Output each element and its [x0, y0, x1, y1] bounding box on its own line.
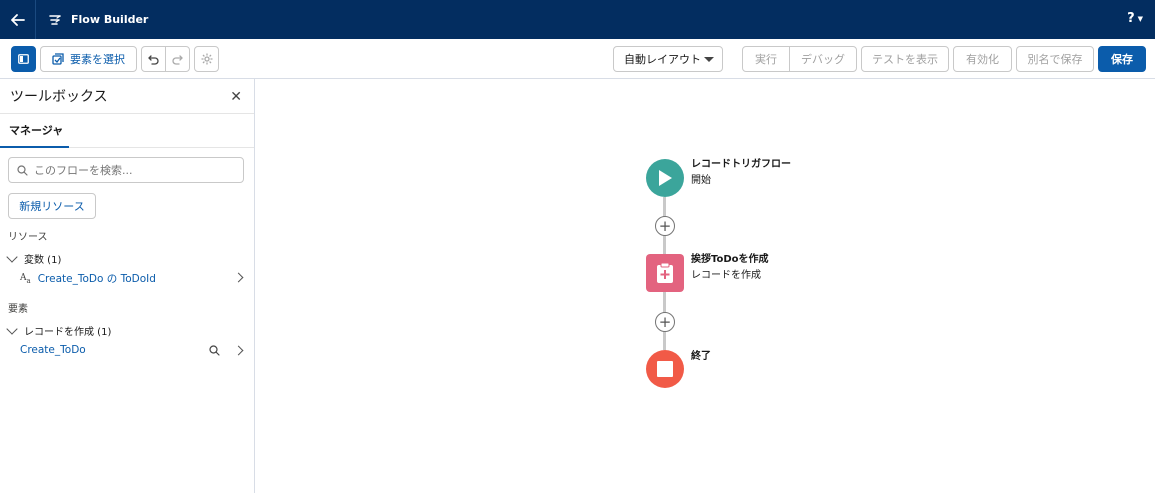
start-node[interactable]	[646, 159, 684, 197]
start-node-subtitle: 開始	[691, 175, 711, 186]
toolbar: 要素を選択 自動レイアウト 実行 デバッグ テストを表示 有効化 別名で保存 保…	[0, 39, 1155, 79]
record-create-icon	[657, 262, 673, 283]
run-button[interactable]: 実行	[742, 46, 790, 72]
global-header: Flow Builder ? ▼	[0, 0, 1155, 39]
end-node-label: 終了	[691, 347, 711, 362]
undo-icon	[148, 54, 159, 65]
select-elements-label: 要素を選択	[70, 53, 125, 66]
end-node[interactable]	[646, 350, 684, 388]
variable-item-label: Create_ToDo の ToDoId	[37, 273, 156, 285]
chevron-down-icon	[6, 322, 18, 335]
chevron-down-icon	[6, 250, 18, 263]
create-records-group-toggle[interactable]: レコードを作成 (1)	[6, 322, 112, 338]
toolbox-panel: ツールボックス ✕ マネージャ 新規リソース リソース 変数 (1) Aa Cr…	[0, 79, 255, 493]
start-node-label: レコードトリガフロー 開始	[691, 155, 791, 186]
resources-label: リソース	[8, 232, 48, 243]
caret-down-icon: ▼	[1137, 14, 1143, 23]
create-element-item[interactable]: Create_ToDo	[20, 344, 248, 356]
layout-select-value: 自動レイアウト	[624, 53, 701, 66]
create-record-node[interactable]	[646, 254, 684, 292]
redo-button[interactable]	[165, 46, 190, 72]
select-icon	[52, 53, 64, 65]
close-icon[interactable]: ✕	[230, 89, 242, 105]
debug-button[interactable]: デバッグ	[789, 46, 857, 72]
toolbox-header: ツールボックス	[0, 79, 254, 114]
caret-down-icon	[704, 57, 714, 62]
chevron-right-icon[interactable]	[233, 345, 244, 356]
flow-icon	[49, 14, 61, 25]
settings-button[interactable]	[194, 46, 219, 72]
layout-select[interactable]: 自動レイアウト	[613, 46, 723, 72]
app-title: Flow Builder	[71, 13, 149, 26]
stop-icon	[657, 361, 673, 377]
help-menu[interactable]: ? ▼	[1127, 11, 1143, 26]
arrow-left-icon	[10, 13, 25, 26]
variables-group-toggle[interactable]: 変数 (1)	[6, 250, 62, 266]
flow-canvas[interactable]: レコードトリガフロー 開始 + 挨拶ToDoを作成 レコードを作成 + 終了	[256, 79, 1155, 493]
start-node-title: レコードトリガフロー	[691, 159, 791, 170]
save-button[interactable]: 保存	[1098, 46, 1146, 72]
search-icon[interactable]	[209, 345, 220, 356]
search-icon	[17, 164, 28, 176]
select-elements-button[interactable]: 要素を選択	[40, 46, 137, 72]
tab-manager[interactable]: マネージャ	[0, 114, 69, 148]
create-record-node-subtitle: レコードを作成	[691, 270, 761, 281]
chevron-right-icon[interactable]	[233, 272, 244, 283]
add-element-button[interactable]: +	[655, 312, 675, 332]
search-input[interactable]	[34, 163, 224, 177]
add-element-button[interactable]: +	[655, 216, 675, 236]
create-records-group-label: レコードを作成 (1)	[24, 327, 112, 338]
toolbox-title: ツールボックス	[10, 89, 108, 105]
activate-button[interactable]: 有効化	[953, 46, 1012, 72]
back-button[interactable]	[0, 0, 36, 39]
help-label: ?	[1127, 11, 1135, 26]
undo-button[interactable]	[141, 46, 166, 72]
toolbox-tabs: マネージャ	[0, 114, 254, 148]
variable-item[interactable]: Aa Create_ToDo の ToDoId	[20, 271, 248, 286]
elements-label: 要素	[8, 304, 28, 315]
create-element-label: Create_ToDo	[20, 344, 86, 356]
variable-text-icon: Aa	[20, 272, 31, 285]
play-icon	[659, 170, 672, 186]
toggle-toolbox-button[interactable]	[11, 46, 36, 72]
create-record-node-label: 挨拶ToDoを作成 レコードを作成	[691, 250, 769, 281]
redo-icon	[172, 54, 183, 65]
variables-group-label: 変数 (1)	[24, 255, 62, 266]
panel-left-icon	[18, 54, 29, 64]
search-box	[8, 157, 244, 183]
save-as-button[interactable]: 別名で保存	[1016, 46, 1094, 72]
create-record-node-title: 挨拶ToDoを作成	[691, 254, 769, 265]
view-tests-button[interactable]: テストを表示	[861, 46, 949, 72]
end-node-title: 終了	[691, 351, 711, 362]
gear-icon	[201, 53, 212, 65]
new-resource-button[interactable]: 新規リソース	[8, 193, 96, 219]
